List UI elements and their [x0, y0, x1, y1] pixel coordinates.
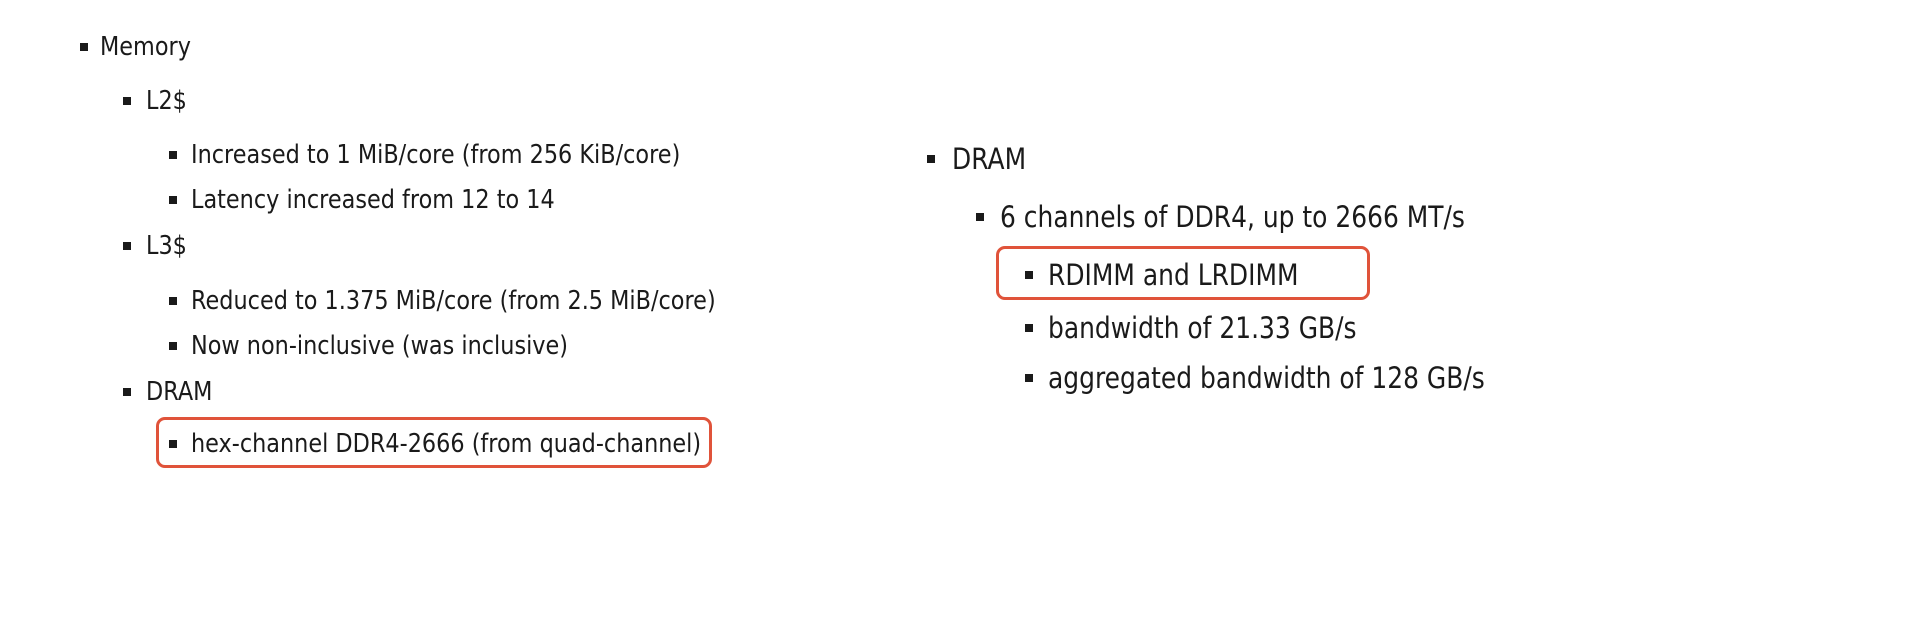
bullet [169, 151, 177, 159]
bullet [123, 388, 131, 396]
bullet [1025, 324, 1033, 332]
list-item-l2: L2$ [146, 86, 187, 116]
bullet [169, 440, 177, 448]
list-item-dram: DRAM [146, 377, 213, 407]
list-item-memory: Memory [100, 32, 191, 62]
bullet [123, 97, 131, 105]
bullet [169, 342, 177, 350]
bullet [123, 242, 131, 250]
bullet [1025, 271, 1033, 279]
list-item-dram: DRAM [952, 142, 1027, 176]
bullet [927, 155, 935, 163]
bullet [169, 196, 177, 204]
list-item: Increased to 1 MiB/core (from 256 KiB/co… [191, 140, 681, 170]
bullet [976, 213, 984, 221]
bullet [1025, 374, 1033, 382]
bullet [169, 297, 177, 305]
list-item: Latency increased from 12 to 14 [191, 185, 555, 215]
list-item: bandwidth of 21.33 GB/s [1048, 311, 1357, 345]
list-item-l3: L3$ [146, 231, 187, 261]
list-item: aggregated bandwidth of 128 GB/s [1048, 361, 1485, 395]
list-item-highlighted: hex-channel DDR4-2666 (from quad-channel… [191, 429, 702, 459]
list-item-highlighted: RDIMM and LRDIMM [1048, 258, 1299, 292]
list-item-channels: 6 channels of DDR4, up to 2666 MT/s [1000, 200, 1465, 234]
list-item: Reduced to 1.375 MiB/core (from 2.5 MiB/… [191, 286, 716, 316]
bullet [80, 43, 88, 51]
list-item: Now non-inclusive (was inclusive) [191, 331, 569, 361]
